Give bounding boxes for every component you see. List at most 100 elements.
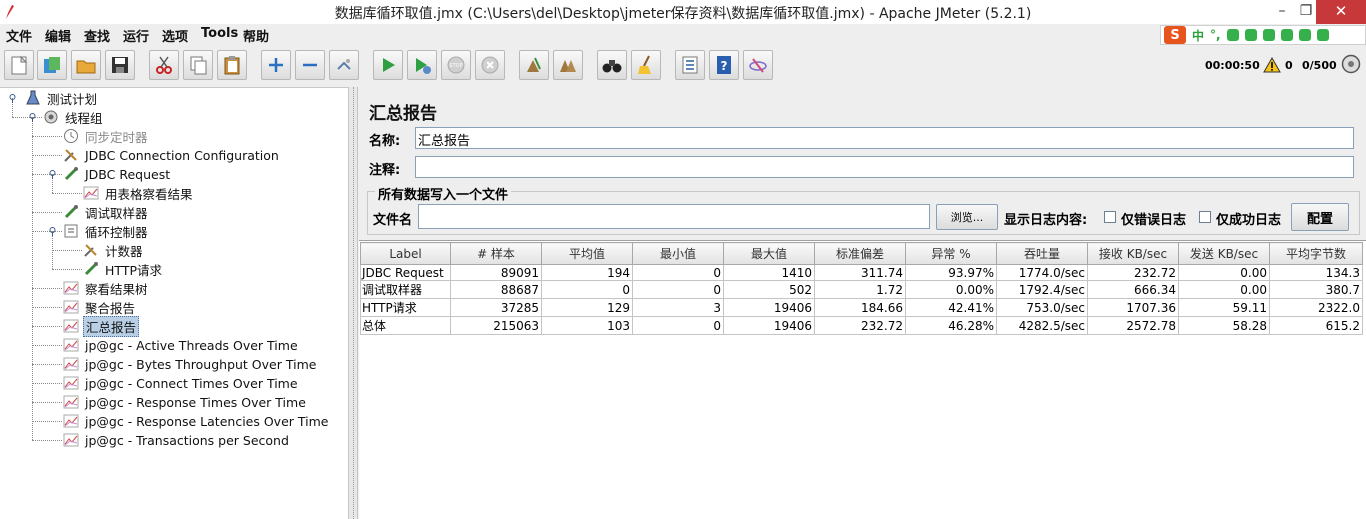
table-row[interactable]: 调试取样器 88687 0 0 502 1.72 0.00% 1792.4/sec 666.34… (360, 280, 1363, 299)
tree-node[interactable]: JDBC Request (62, 165, 172, 183)
configure-button[interactable]: 配置 (1291, 203, 1349, 231)
column-header[interactable]: 吞吐量 (996, 242, 1088, 265)
clear-button[interactable] (519, 50, 549, 80)
splitter-grip (353, 87, 354, 519)
column-header[interactable]: # 样本 (450, 242, 542, 265)
table-cell: 0 (632, 280, 724, 299)
column-header[interactable]: 最小值 (632, 242, 724, 265)
test-plan-tree[interactable]: 测试计划 线程组 同步定时器 JDBC Connection Configuratio… (0, 87, 348, 519)
column-header[interactable]: 平均值 (541, 242, 633, 265)
open-button[interactable] (71, 50, 101, 80)
browse-button[interactable]: 浏览... (936, 204, 998, 230)
reset-search-button[interactable] (631, 50, 661, 80)
toggle-button[interactable] (329, 50, 359, 80)
column-header[interactable]: Label (360, 242, 451, 265)
function-helper-button[interactable] (675, 50, 705, 80)
menu-file[interactable]: 文件 (6, 26, 32, 45)
collapse-all-button[interactable] (295, 50, 325, 80)
tree-expand-toggle[interactable] (48, 227, 57, 236)
table-row[interactable]: HTTP请求 37285 129 3 19406 184.66 42.41% 753.0/se… (360, 298, 1363, 317)
ime-toolbar[interactable]: S 中 °, (1160, 25, 1366, 45)
listener-icon (62, 299, 80, 315)
tree-node[interactable]: jp@gc - Response Times Over Time (62, 393, 308, 411)
tree-node[interactable]: jp@gc - Connect Times Over Time (62, 374, 300, 392)
tree-node[interactable]: 调试取样器 (62, 203, 150, 221)
tree-node[interactable]: jp@gc - Bytes Throughput Over Time (62, 355, 318, 373)
help-button[interactable]: ? (709, 50, 739, 80)
tree-node[interactable]: 用表格察看结果 (82, 184, 195, 202)
copy-button[interactable] (183, 50, 213, 80)
tree-node[interactable]: JDBC Connection Configuration (62, 146, 281, 164)
ime-menu-icon[interactable] (1316, 29, 1329, 41)
start-no-pauses-button[interactable] (407, 50, 437, 80)
clear-all-button[interactable] (553, 50, 583, 80)
ime-language[interactable]: 中 (1192, 27, 1204, 44)
split-pane-divider[interactable] (348, 87, 358, 519)
menu-edit[interactable]: 编辑 (45, 26, 71, 45)
tree-node[interactable]: 同步定时器 (62, 127, 150, 145)
tree-expand-toggle[interactable] (28, 113, 37, 122)
stop-button[interactable]: STOP (441, 50, 471, 80)
tree-node[interactable]: 线程组 (42, 108, 105, 126)
table-row[interactable]: JDBC Request 89091 194 0 1410 311.74 93.97% 177… (360, 264, 1363, 281)
success-only-checkbox[interactable] (1199, 211, 1211, 223)
results-table-container[interactable]: Label # 样本 平均值 最小值 最大值 标准偏差 异常 % 吞吐量 接收 KB/sec 发送… (359, 240, 1366, 519)
tree-node[interactable]: 察看结果树 (62, 279, 150, 297)
user-icon[interactable] (1280, 29, 1293, 41)
close-button[interactable]: ✕ (1316, 0, 1366, 24)
column-header[interactable]: 异常 % (905, 242, 997, 265)
templates-button[interactable] (37, 50, 67, 80)
column-header[interactable]: 发送 KB/sec (1178, 242, 1270, 265)
expand-all-button[interactable] (261, 50, 291, 80)
errors-only-checkbox[interactable] (1104, 211, 1116, 223)
remote-icon (749, 58, 767, 73)
tree-node[interactable]: jp@gc - Response Latencies Over Time (62, 412, 330, 430)
column-header[interactable]: 最大值 (723, 242, 815, 265)
remote-button[interactable] (743, 50, 773, 80)
filename-input[interactable] (418, 204, 930, 229)
new-button[interactable] (4, 50, 34, 80)
emoji-icon[interactable] (1226, 29, 1239, 41)
tree-node[interactable]: jp@gc - Active Threads Over Time (62, 336, 300, 354)
table-row[interactable]: 总体 215063 103 0 19406 232.72 46.28% 4282.5/sec 2… (360, 316, 1363, 335)
keyboard-icon[interactable] (1262, 29, 1275, 41)
toolbar: STOP ? 00:00:50 0 0/500 (0, 45, 1366, 87)
comment-input[interactable] (415, 156, 1354, 178)
cut-button[interactable] (149, 50, 179, 80)
filename-label: 文件名 (373, 213, 413, 228)
column-header[interactable]: 标准偏差 (814, 242, 906, 265)
column-header[interactable]: 接收 KB/sec (1087, 242, 1179, 265)
voice-icon[interactable] (1244, 29, 1257, 41)
listener-icon (62, 280, 80, 296)
collapse-icon (303, 63, 317, 67)
warning-icon[interactable] (1263, 57, 1281, 73)
tree-node[interactable]: 汇总报告 (62, 315, 140, 337)
errors-only-label: 仅错误日志 (1121, 213, 1187, 228)
menu-search[interactable]: 查找 (84, 26, 110, 45)
table-cell: 58.28 (1178, 316, 1270, 335)
tree-expand-toggle[interactable] (8, 94, 17, 103)
write-to-file-legend: 所有数据写入一个文件 (375, 184, 512, 203)
start-button[interactable] (373, 50, 403, 80)
row-label-cell: 调试取样器 (360, 280, 451, 299)
tree-node[interactable]: 计数器 (82, 241, 145, 259)
tree-node[interactable]: 测试计划 (24, 89, 99, 107)
tree-node[interactable]: jp@gc - Transactions per Second (62, 431, 291, 449)
column-header[interactable]: 平均字节数 (1269, 242, 1363, 265)
menu-run[interactable]: 运行 (123, 26, 149, 45)
tree-node[interactable]: HTTP请求 (82, 260, 164, 278)
ime-punctuation[interactable]: °, (1210, 28, 1221, 42)
tree-expand-toggle[interactable] (48, 170, 57, 179)
tree-node[interactable]: 循环控制器 (62, 222, 150, 240)
search-button[interactable] (597, 50, 627, 80)
tree-node[interactable]: 聚合报告 (62, 298, 137, 316)
paste-button[interactable] (217, 50, 247, 80)
menu-options[interactable]: 选项 (162, 26, 188, 45)
menu-help[interactable]: 帮助 (243, 26, 269, 45)
save-button[interactable] (105, 50, 135, 80)
tree-node-label: 循环控制器 (85, 224, 148, 240)
skin-icon[interactable] (1298, 29, 1311, 41)
name-input[interactable]: 汇总报告 (415, 127, 1354, 149)
shutdown-button[interactable] (475, 50, 505, 80)
menu-tools[interactable]: Tools (201, 26, 238, 41)
